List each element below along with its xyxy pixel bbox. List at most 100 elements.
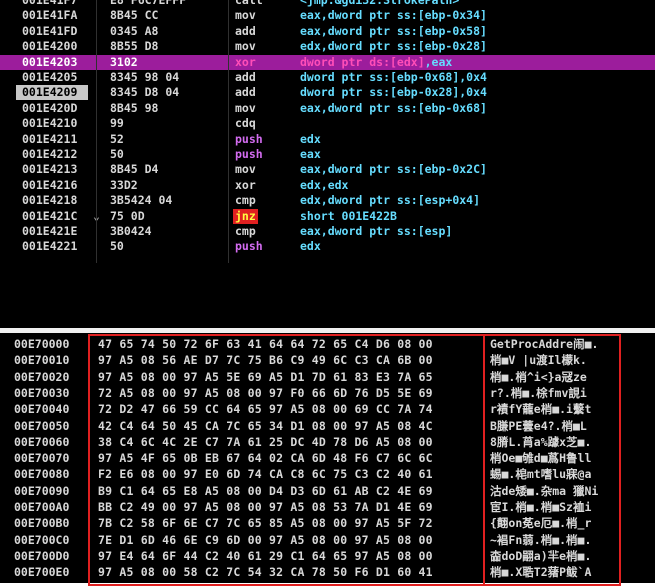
instruction-bytes: 3102 <box>110 54 138 69</box>
disasm-row[interactable]: 001E4218 3B5424 04 cmp edx,dword ptr ss:[es… <box>0 193 655 208</box>
instruction-address: 001E4221 <box>22 239 78 254</box>
disasm-row[interactable]: 001E421E 3B0424 cmp eax,dword ptr ss:[esp] <box>0 224 655 239</box>
instruction-operands: eax,dword ptr ss:[ebp-0x58] <box>300 23 487 38</box>
dump-address: 00E70020 <box>14 369 70 384</box>
instruction-operands: dword ptr ds:[edx],eax <box>300 54 453 69</box>
instruction-address: 001E4212 <box>22 147 78 161</box>
instruction-mnemonic: mov <box>235 162 256 177</box>
highlight-box-divider <box>483 334 485 586</box>
instruction-address: 001E420D <box>22 100 78 115</box>
instruction-bytes: 3B5424 04 <box>110 193 173 208</box>
disasm-row[interactable]: 001E4210 99 cdq <box>0 116 655 131</box>
dump-address: 00E700E0 <box>14 565 70 580</box>
disasm-row[interactable]: 001E4216 33D2 xor edx,edx <box>0 178 655 193</box>
instruction-address: 001E4213 <box>22 162 78 177</box>
instruction-mnemonic: xor <box>235 177 256 192</box>
disasm-row[interactable]: 001E41FA 8B45 CC mov eax,dword ptr ss:[ebp-… <box>0 8 655 23</box>
info-pane <box>0 266 655 328</box>
instruction-operands: eax <box>300 147 321 161</box>
instruction-address: 001E41F7 <box>22 0 78 7</box>
disasm-row[interactable]: 001E4203 3102 xor dword ptr ds:[edx],eax <box>0 54 655 70</box>
instruction-operands: edx,dword ptr ss:[esp+0x4] <box>300 193 481 208</box>
instruction-mnemonic: jnz <box>233 208 258 224</box>
instruction-address: 001E4211 <box>22 131 78 146</box>
instruction-address: 001E4218 <box>22 193 78 208</box>
highlight-box <box>88 334 621 586</box>
dump-address: 00E70060 <box>14 434 70 449</box>
instruction-bytes: 50 <box>110 239 124 254</box>
instruction-mnemonic: add <box>235 85 256 100</box>
instruction-mnemonic: cdq <box>235 116 256 131</box>
disasm-row[interactable]: 001E4221 50 push edx <box>0 239 655 254</box>
disassembly-pane[interactable]: 001E41F7 E8 F6C7EFFF call <jmp.&gdi32.Strok… <box>0 0 655 263</box>
instruction-bytes: 8B45 D4 <box>110 162 159 177</box>
dump-address: 00E700B0 <box>14 516 70 531</box>
instruction-operands: eax,dword ptr ss:[ebp-0x68] <box>300 100 487 115</box>
instruction-bytes: 8B45 CC <box>110 8 159 23</box>
instruction-address: 001E4216 <box>22 177 78 192</box>
instruction-address: 001E4209 <box>22 85 78 100</box>
instruction-bytes: 50 <box>110 147 124 161</box>
disasm-row[interactable]: 001E4209 8345 D8 04 add dword ptr ss:[ebp-0… <box>0 85 655 101</box>
instruction-operands: edx,dword ptr ss:[ebp-0x28] <box>300 39 487 54</box>
disasm-row[interactable]: 001E41F7 E8 F6C7EFFF call <jmp.&gdi32.Strok… <box>0 0 655 8</box>
instruction-operands: dword ptr ss:[ebp-0x68],0x4 <box>300 70 487 84</box>
instruction-address: 001E4203 <box>22 54 78 69</box>
dump-address: 00E70000 <box>14 337 70 351</box>
dump-address: 00E70080 <box>14 467 70 482</box>
dump-address: 00E700C0 <box>14 532 70 547</box>
instruction-mnemonic: xor <box>235 54 256 69</box>
dump-address: 00E70070 <box>14 451 70 466</box>
instruction-mnemonic: cmp <box>235 224 256 238</box>
instruction-address: 001E41FA <box>22 8 78 23</box>
instruction-operands: edx,edx <box>300 177 349 192</box>
instruction-mnemonic: mov <box>235 39 256 54</box>
instruction-address: 001E421C <box>22 208 78 223</box>
instruction-mnemonic: add <box>235 23 256 38</box>
instruction-operands: eax,dword ptr ss:[esp] <box>300 224 453 238</box>
instruction-mnemonic: cmp <box>235 193 256 208</box>
instruction-mnemonic: push <box>235 239 263 254</box>
instruction-bytes: 52 <box>110 131 124 146</box>
instruction-mnemonic: add <box>235 70 256 84</box>
dump-address: 00E700A0 <box>14 500 70 514</box>
instruction-mnemonic: mov <box>235 100 256 115</box>
dump-address: 00E70040 <box>14 402 70 417</box>
instruction-address: 001E4200 <box>22 39 78 54</box>
dump-address: 00E700D0 <box>14 548 70 563</box>
dump-address: 00E70010 <box>14 353 70 368</box>
instruction-address: 001E41FD <box>22 23 78 38</box>
instruction-operands: eax,dword ptr ss:[ebp-0x34] <box>300 8 487 23</box>
instruction-bytes: E8 F6C7EFFF <box>110 0 187 7</box>
instruction-bytes: 8B55 D8 <box>110 39 159 54</box>
disasm-row[interactable]: 001E4200 8B55 D8 mov edx,dword ptr ss:[ebp-… <box>0 39 655 54</box>
instruction-bytes: 75 0D <box>110 208 145 223</box>
instruction-bytes: 3B0424 <box>110 224 152 238</box>
disasm-row[interactable]: 001E421C⌄75 0Djnzshort 001E422B <box>0 208 655 224</box>
disasm-row[interactable]: 001E420D 8B45 98 mov eax,dword ptr ss:[ebp-… <box>0 101 655 116</box>
disasm-row[interactable]: 001E4212 50 push eax <box>0 147 655 162</box>
instruction-mnemonic: push <box>235 147 263 161</box>
instruction-bytes: 8345 98 04 <box>110 70 180 84</box>
instruction-operands: edx <box>300 239 321 254</box>
disasm-row[interactable]: 001E41FD 0345 A8 add eax,dword ptr ss:[ebp-… <box>0 24 655 39</box>
instruction-bytes: 8345 D8 04 <box>110 85 180 100</box>
instruction-bytes: 8B45 98 <box>110 100 159 115</box>
instruction-operands: edx <box>300 131 321 146</box>
disasm-row[interactable]: 001E4205 8345 98 04 add dword ptr ss:[ebp-0… <box>0 70 655 85</box>
instruction-operands: dword ptr ss:[ebp-0x28],0x4 <box>300 85 487 100</box>
instruction-bytes: 0345 A8 <box>110 23 159 38</box>
column-divider <box>96 0 97 263</box>
instruction-mnemonic: call <box>235 0 263 7</box>
instruction-operands: <jmp.&gdi32.StrokePath> <box>300 0 460 7</box>
instruction-bytes: 33D2 <box>110 177 138 192</box>
disasm-row[interactable]: 001E4213 8B45 D4 mov eax,dword ptr ss:[ebp-… <box>0 162 655 177</box>
column-divider <box>228 0 229 263</box>
instruction-address: 001E421E <box>22 224 78 238</box>
instruction-mnemonic: push <box>235 131 263 146</box>
dump-address: 00E70030 <box>14 385 70 400</box>
instruction-operands: short 001E422B <box>300 208 397 223</box>
disasm-row[interactable]: 001E4211 52 push edx <box>0 132 655 147</box>
dump-address: 00E70050 <box>14 418 70 433</box>
instruction-address: 001E4205 <box>22 70 78 84</box>
